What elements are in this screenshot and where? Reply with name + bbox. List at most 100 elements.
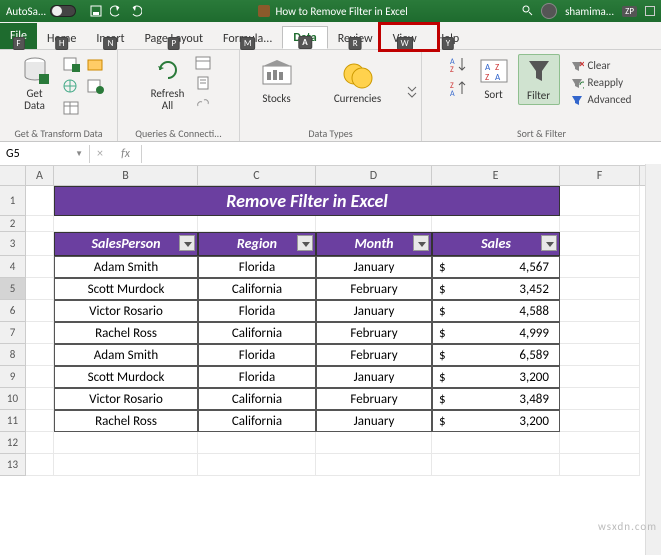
col-header-e[interactable]: E <box>432 166 560 185</box>
cell-region[interactable]: Florida <box>198 256 316 278</box>
cell-sales[interactable]: $3,452 <box>432 278 560 300</box>
cell-sales[interactable]: $3,200 <box>432 410 560 432</box>
filter-button[interactable]: Filter <box>518 54 560 105</box>
cell[interactable] <box>26 300 54 322</box>
user-avatar-icon[interactable] <box>541 3 557 19</box>
advanced-button[interactable]: Advanced <box>566 92 636 107</box>
cell-person[interactable]: Victor Rosario <box>54 300 198 322</box>
row-header[interactable]: 13 <box>0 454 26 476</box>
tab-formulas[interactable]: Formula...M <box>213 28 282 49</box>
fx-icon[interactable]: fx <box>110 145 142 163</box>
cell[interactable] <box>560 256 640 278</box>
cell[interactable] <box>26 278 54 300</box>
cell[interactable] <box>198 216 316 232</box>
row-header[interactable]: 9 <box>0 366 26 388</box>
autosave-toggle[interactable]: AutoSa... <box>0 5 82 18</box>
sort-desc-icon[interactable]: ZA <box>448 80 468 102</box>
cell[interactable] <box>560 186 640 216</box>
cell[interactable] <box>26 322 54 344</box>
queries-icon[interactable] <box>195 56 211 74</box>
cell-sales[interactable]: $6,589 <box>432 344 560 366</box>
cell[interactable] <box>316 432 432 454</box>
cell-person[interactable]: Adam Smith <box>54 256 198 278</box>
row-header[interactable]: 5 <box>0 278 26 300</box>
cell[interactable] <box>198 432 316 454</box>
from-text-icon[interactable] <box>62 56 80 76</box>
tab-data[interactable]: DataA <box>282 26 327 49</box>
tab-home[interactable]: HomeH <box>37 28 86 49</box>
from-web-icon[interactable] <box>62 78 80 98</box>
toggle-off-icon[interactable] <box>50 5 76 17</box>
cell-month[interactable]: January <box>316 410 432 432</box>
cell[interactable] <box>560 322 640 344</box>
cell[interactable] <box>26 388 54 410</box>
row-header[interactable]: 6 <box>0 300 26 322</box>
header-region[interactable]: Region <box>198 232 316 256</box>
cell-person[interactable]: Victor Rosario <box>54 388 198 410</box>
cell-person[interactable]: Rachel Ross <box>54 322 198 344</box>
cell-region[interactable]: California <box>198 278 316 300</box>
cell-person[interactable]: Adam Smith <box>54 344 198 366</box>
cell-person[interactable]: Scott Murdock <box>54 366 198 388</box>
row-header[interactable]: 10 <box>0 388 26 410</box>
cell-region[interactable]: California <box>198 388 316 410</box>
cell[interactable] <box>26 216 54 232</box>
cell-region[interactable]: California <box>198 410 316 432</box>
cell-month[interactable]: February <box>316 344 432 366</box>
banner-title[interactable]: Remove Filter in Excel <box>54 186 560 216</box>
save-icon[interactable] <box>90 5 102 17</box>
row-header[interactable]: 8 <box>0 344 26 366</box>
cell[interactable] <box>26 454 54 476</box>
search-icon[interactable] <box>521 4 533 19</box>
cell[interactable] <box>560 232 640 256</box>
row-header[interactable]: 1 <box>0 186 26 216</box>
filter-dropdown-icon[interactable] <box>297 235 313 251</box>
chevron-down-icon[interactable]: ▼ <box>75 149 83 159</box>
cell[interactable] <box>26 232 54 256</box>
undo-icon[interactable] <box>110 5 122 17</box>
tab-insert[interactable]: InsertN <box>86 28 134 49</box>
select-all-corner[interactable] <box>0 166 26 185</box>
ribbon-display-icon[interactable] <box>645 6 655 16</box>
cell-month[interactable]: January <box>316 256 432 278</box>
vertical-scrollbar[interactable] <box>645 164 661 555</box>
cell[interactable] <box>26 366 54 388</box>
user-name[interactable]: shamima... <box>565 5 614 18</box>
tab-review[interactable]: ReviewR <box>328 28 383 49</box>
col-header-b[interactable]: B <box>54 166 198 185</box>
cell-month[interactable]: February <box>316 278 432 300</box>
row-header[interactable]: 12 <box>0 432 26 454</box>
cell[interactable] <box>316 454 432 476</box>
row-header[interactable]: 2 <box>0 216 26 232</box>
cell[interactable] <box>560 366 640 388</box>
cell[interactable] <box>560 410 640 432</box>
recent-sources-icon[interactable] <box>86 56 104 76</box>
cell[interactable] <box>560 388 640 410</box>
cell[interactable] <box>560 432 640 454</box>
chevron-down-icon[interactable] <box>407 77 417 107</box>
filter-dropdown-icon[interactable] <box>413 235 429 251</box>
row-header[interactable]: 7 <box>0 322 26 344</box>
reapply-button[interactable]: Reapply <box>566 75 636 90</box>
row-header[interactable]: 11 <box>0 410 26 432</box>
cancel-icon[interactable]: × <box>90 147 110 161</box>
cell[interactable] <box>54 454 198 476</box>
from-table-icon[interactable] <box>62 100 80 120</box>
cell[interactable] <box>26 186 54 216</box>
cell-month[interactable]: January <box>316 300 432 322</box>
cell-month[interactable]: February <box>316 322 432 344</box>
cell[interactable] <box>54 432 198 454</box>
cell[interactable] <box>560 278 640 300</box>
cell-region[interactable]: Florida <box>198 300 316 322</box>
cell-month[interactable]: January <box>316 366 432 388</box>
tab-file[interactable]: FileF <box>0 23 37 49</box>
col-header-c[interactable]: C <box>198 166 316 185</box>
col-header-d[interactable]: D <box>316 166 432 185</box>
edit-links-icon[interactable] <box>195 96 211 114</box>
cell-sales[interactable]: $3,200 <box>432 366 560 388</box>
name-box[interactable]: G5▼ <box>0 145 90 163</box>
cell[interactable] <box>432 432 560 454</box>
header-salesperson[interactable]: SalesPerson <box>54 232 198 256</box>
row-header[interactable]: 4 <box>0 256 26 278</box>
cell[interactable] <box>560 216 640 232</box>
